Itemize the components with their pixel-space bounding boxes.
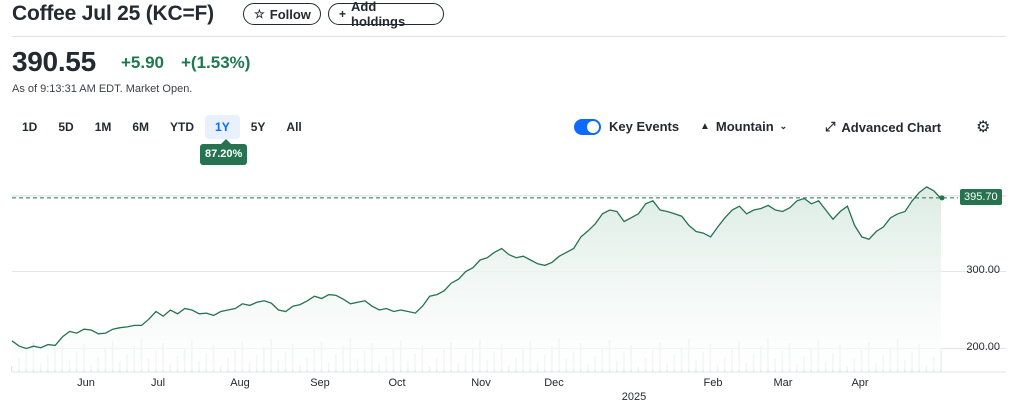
price-change-percent: +(1.53%) xyxy=(181,53,251,72)
range-all[interactable]: All xyxy=(276,115,311,139)
chevron-down-icon: ⌄ xyxy=(779,121,788,131)
y-tick-label: 300.00 xyxy=(966,264,1000,276)
add-holdings-button[interactable]: + Add holdings xyxy=(328,0,444,29)
y-tick-label: 200.00 xyxy=(966,341,1000,353)
last-point-marker xyxy=(939,195,945,201)
x-year-label: 2025 xyxy=(621,391,647,403)
range-ytd[interactable]: YTD xyxy=(160,115,204,139)
range-5d[interactable]: 5D xyxy=(48,115,83,139)
x-tick-label: Jun xyxy=(77,377,95,389)
gear-icon[interactable]: ⚙ xyxy=(976,117,990,137)
range-selector: 1D 5D 1M 6M YTD 1Y 5Y All xyxy=(12,115,313,139)
range-change-badge: 87.20% xyxy=(200,139,248,165)
range-5y[interactable]: 5Y xyxy=(241,115,276,139)
follow-label: Follow xyxy=(269,6,311,22)
page-title: Coffee Jul 25 (KC=F) xyxy=(12,2,214,25)
header-divider xyxy=(12,36,1006,37)
x-tick-label: Nov xyxy=(471,377,491,389)
range-6m[interactable]: 6M xyxy=(122,115,159,139)
follow-button[interactable]: ☆ Follow xyxy=(243,3,321,25)
x-tick-label: Aug xyxy=(230,377,250,389)
star-outline-icon: ☆ xyxy=(254,7,265,21)
expand-icon: ⤢ xyxy=(825,119,836,134)
key-events-label[interactable]: Key Events xyxy=(609,119,679,134)
x-tick-label: Sep xyxy=(310,377,330,389)
quote-timestamp: As of 9:13:31 AM EDT. Market Open. xyxy=(12,83,193,95)
chart-type-label: Mountain xyxy=(715,119,774,134)
x-tick-label: Dec xyxy=(544,377,564,389)
key-events-toggle[interactable] xyxy=(574,119,601,135)
x-tick-label: Feb xyxy=(703,377,723,389)
range-1d[interactable]: 1D xyxy=(12,115,47,139)
x-tick-label: Jul xyxy=(150,377,166,389)
toggle-knob xyxy=(587,121,599,133)
mountain-icon: ▲ xyxy=(700,121,710,132)
last-value-label: 395.70 xyxy=(960,189,1002,205)
range-1y[interactable]: 1Y xyxy=(205,115,240,139)
x-tick-label: Oct xyxy=(388,377,406,389)
x-tick-label: Apr xyxy=(851,377,869,389)
area-fill xyxy=(12,186,941,370)
advanced-chart-label: Advanced Chart xyxy=(841,119,942,135)
add-holdings-label: Add holdings xyxy=(351,0,406,29)
advanced-chart-button[interactable]: ⤢ Advanced Chart xyxy=(825,119,941,135)
plus-icon: + xyxy=(339,7,347,21)
current-price: 390.55 xyxy=(12,46,96,77)
range-1m[interactable]: 1M xyxy=(85,115,122,139)
price-change: +5.90 xyxy=(121,53,165,72)
chart-type-dropdown[interactable]: ▲ Mountain ⌄ xyxy=(700,119,787,134)
x-tick-label: Mar xyxy=(773,377,793,389)
